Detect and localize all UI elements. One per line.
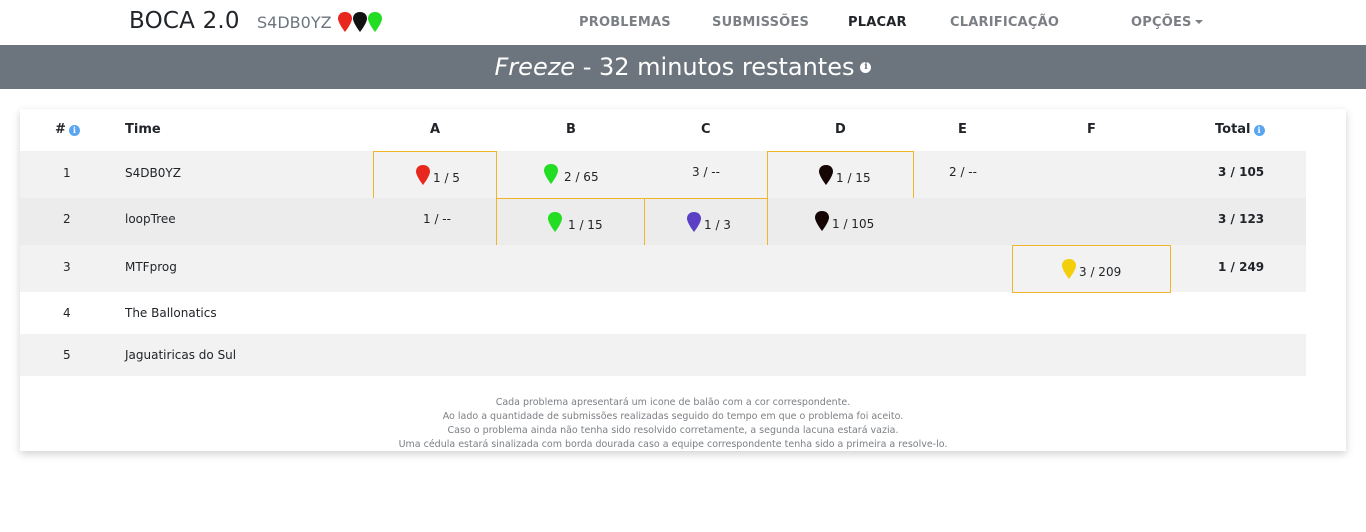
footnote-line: Uma cédula estará sinalizada com borda d…	[398, 439, 948, 450]
row-rank: 1	[63, 166, 71, 180]
nav-clarificacao[interactable]: CLARIFICAÇÃO	[950, 15, 1059, 30]
row-rank: 3	[63, 260, 71, 274]
score-d-text: 1 / 15	[836, 171, 871, 185]
row-total: 1 / 249	[1218, 260, 1265, 274]
header-problem-d: D	[835, 122, 846, 137]
header-problem-e: E	[958, 122, 967, 137]
score-f-text: 3 / 209	[1079, 265, 1122, 279]
freeze-banner: Freeze - 32 minutos restantes i	[0, 45, 1366, 89]
row-rank: 4	[63, 306, 71, 320]
balloon-icon-green	[368, 12, 382, 32]
score-a-text: 1 / --	[423, 212, 451, 226]
total-info-icon[interactable]: i	[1253, 125, 1265, 136]
first-solve-cell-f: 3 / 209	[1012, 245, 1171, 293]
header-team: Time	[125, 122, 161, 137]
scoreboard-card: # i Time A B C D E F Total i 1 S4DB0YZ 1 /…	[20, 109, 1346, 451]
header-problem-f: F	[1087, 122, 1096, 137]
rank-info-icon[interactable]: i	[68, 125, 80, 136]
balloon-black-icon	[815, 211, 829, 231]
brand-logo[interactable]: BOCA 2.0	[129, 8, 240, 34]
info-icon[interactable]: i	[860, 62, 872, 73]
table-row: 5 Jaguatiricas do Sul	[20, 334, 1306, 376]
row-team: MTFprog	[125, 260, 177, 274]
footnote-line: Ao lado a quantidade de submissões reali…	[442, 411, 904, 422]
balloon-red-icon	[416, 165, 430, 185]
header-problem-b: B	[566, 122, 576, 137]
row-team: Jaguatiricas do Sul	[125, 348, 237, 362]
header-problem-a: A	[430, 122, 441, 137]
nav-opcoes-dropdown[interactable]: OPÇÕES	[1131, 15, 1203, 30]
balloon-green-icon	[544, 164, 558, 184]
legend-footnote: Cada problema apresentará um icone de ba…	[20, 396, 1326, 452]
balloon-icon-red	[338, 12, 352, 32]
header-rank-label: #	[55, 122, 66, 137]
score-a-text: 1 / 5	[433, 171, 460, 185]
nav-placar[interactable]: PLACAR	[848, 15, 907, 30]
row-team: The Ballonatics	[125, 306, 217, 320]
freeze-label: Freeze	[494, 53, 576, 81]
first-solve-cell-d: 1 / 15	[767, 151, 914, 199]
first-solve-cell-b: 1 / 15	[496, 198, 645, 246]
team-name: S4DB0YZ	[257, 13, 332, 32]
header-total-label: Total	[1215, 122, 1251, 137]
table-row: 2 loopTree 1 / -- 1 / 15 1 / 3 1 / 105 3…	[20, 198, 1306, 246]
balloon-yellow-icon	[1062, 259, 1076, 279]
row-total: 3 / 105	[1218, 165, 1265, 179]
team-balloons	[338, 12, 382, 32]
score-b-text: 1 / 15	[568, 218, 603, 232]
row-total: 3 / 123	[1218, 212, 1265, 226]
remaining-time: - 32 minutos restantes	[575, 53, 855, 81]
first-solve-cell-a: 1 / 5	[373, 151, 497, 199]
caret-down-icon	[1194, 19, 1203, 24]
balloon-purple-icon	[687, 212, 701, 232]
score-c-text: 3 / --	[692, 165, 720, 179]
score-e-text: 2 / --	[949, 165, 977, 179]
header-rank: # i	[55, 122, 80, 137]
row-rank: 5	[63, 348, 71, 362]
nav-problemas[interactable]: PROBLEMAS	[579, 15, 671, 30]
score-b-text: 2 / 65	[564, 170, 599, 184]
balloon-black-icon	[819, 165, 833, 185]
row-team: loopTree	[125, 212, 176, 226]
first-solve-cell-c: 1 / 3	[644, 198, 768, 246]
score-d-text: 1 / 105	[832, 217, 875, 231]
footnote-line: Caso o problema ainda não tenha sido res…	[447, 425, 899, 436]
header-problem-c: C	[701, 122, 711, 137]
score-c-text: 1 / 3	[704, 218, 731, 232]
balloon-green-icon	[548, 212, 562, 232]
table-row: 1 S4DB0YZ 1 / 5 2 / 65 3 / -- 1 / 15 2 /…	[20, 151, 1306, 199]
nav-opcoes-label: OPÇÕES	[1131, 15, 1192, 30]
header-total: Total i	[1215, 122, 1265, 137]
balloon-icon-black	[353, 12, 367, 32]
row-rank: 2	[63, 212, 71, 226]
row-team: S4DB0YZ	[125, 166, 181, 180]
table-row: 4 The Ballonatics	[20, 292, 1306, 334]
navbar: BOCA 2.0 S4DB0YZ PROBLEMAS SUBMISSÕES PL…	[0, 0, 1366, 45]
footnote-line: Cada problema apresentará um icone de ba…	[495, 397, 851, 408]
table-row: 3 MTFprog 3 / 209 1 / 249	[20, 245, 1306, 293]
nav-submissoes[interactable]: SUBMISSÕES	[712, 15, 809, 30]
